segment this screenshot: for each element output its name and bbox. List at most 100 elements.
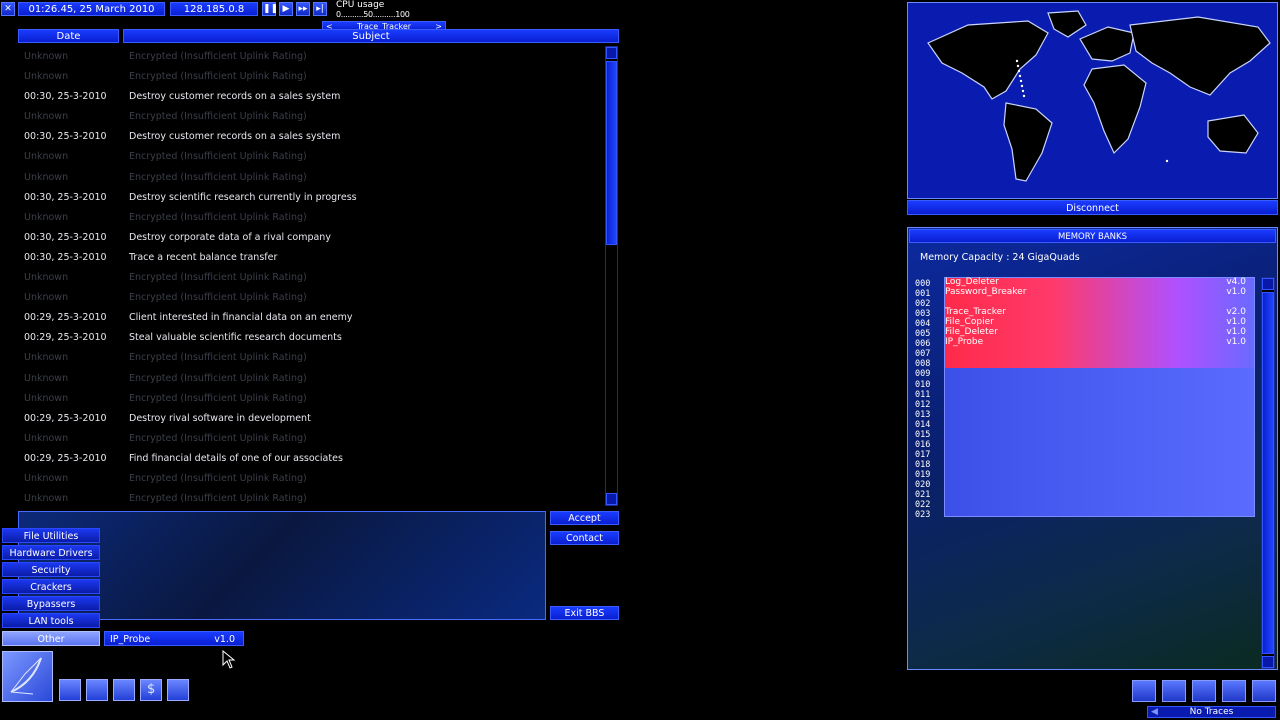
play-icon[interactable]: ▶: [279, 2, 293, 16]
message-date: 00:30, 25-3-2010: [24, 231, 107, 243]
memory-file-version: v1.0: [1226, 337, 1246, 348]
message-subject: Encrypted (Insufficient Uplink Rating): [129, 292, 307, 304]
menu-security[interactable]: Security: [2, 562, 100, 577]
memory-slot-index: 016: [915, 439, 931, 450]
memory-scroll-thumb[interactable]: [1262, 292, 1274, 654]
menu-hardware-drivers[interactable]: Hardware Drivers: [2, 545, 100, 560]
floppy-disk-icon[interactable]: [86, 679, 108, 701]
tool-icon-1[interactable]: [1132, 680, 1156, 702]
scroll-up-icon[interactable]: [606, 47, 617, 59]
column-header-subject[interactable]: Subject: [123, 29, 619, 43]
person-icon[interactable]: [113, 679, 135, 701]
message-row[interactable]: Unknown Encrypted (Insufficient Uplink Ra…: [18, 208, 602, 228]
message-row[interactable]: 00:30, 25-3-2010 Trace a recent balance t…: [18, 248, 602, 268]
column-header-date[interactable]: Date: [18, 29, 119, 43]
message-subject: Encrypted (Insufficient Uplink Rating): [129, 111, 307, 123]
trace-status: ◀ No Traces: [1147, 706, 1276, 718]
tool-icon-2[interactable]: [1162, 680, 1186, 702]
message-row[interactable]: Unknown Encrypted (Insufficient Uplink Ra…: [18, 288, 602, 308]
submenu-ip-probe[interactable]: IP_Probe v1.0: [104, 631, 244, 646]
message-row[interactable]: 00:29, 25-3-2010 Steal valuable scientifi…: [18, 328, 602, 348]
message-row[interactable]: Unknown Encrypted (Insufficient Uplink Ra…: [18, 469, 602, 489]
message-row[interactable]: Unknown Encrypted (Insufficient Uplink Ra…: [18, 168, 602, 188]
dollar-icon[interactable]: $: [140, 679, 162, 701]
memory-slot-index: 004: [915, 319, 931, 330]
message-date: 00:30, 25-3-2010: [24, 251, 107, 263]
message-row[interactable]: Unknown Encrypted (Insufficient Uplink Ra…: [18, 489, 602, 507]
message-row[interactable]: 00:30, 25-3-2010 Destroy corporate data o…: [18, 228, 602, 248]
disconnect-button[interactable]: Disconnect: [907, 200, 1278, 215]
message-row[interactable]: 00:30, 25-3-2010 Destroy customer records…: [18, 87, 602, 107]
message-scrollbar[interactable]: [605, 46, 618, 506]
message-row[interactable]: 00:29, 25-3-2010 Find financial details o…: [18, 449, 602, 469]
memory-file-version: v4.0: [1226, 277, 1246, 287]
message-subject: Client interested in financial data on a…: [129, 312, 353, 324]
message-row[interactable]: Unknown Encrypted (Insufficient Uplink Ra…: [18, 147, 602, 167]
menu-file-utilities[interactable]: File Utilities: [2, 528, 100, 543]
memory-file-version: v1.0: [1226, 287, 1246, 298]
message-row[interactable]: Unknown Encrypted (Insufficient Uplink Ra…: [18, 369, 602, 389]
menu-bypassers[interactable]: Bypassers: [2, 596, 100, 611]
memory-file-name[interactable]: IP_Probe: [945, 337, 983, 347]
message-subject: Encrypted (Insufficient Uplink Rating): [129, 211, 307, 223]
memory-slot-index: 007: [915, 349, 931, 360]
submenu-program-version: v1.0: [214, 634, 235, 645]
memory-slot-index: 003: [915, 309, 931, 320]
memory-scroll-up-icon[interactable]: [1262, 278, 1274, 290]
message-row[interactable]: 00:30, 25-3-2010 Destroy scientific resea…: [18, 188, 602, 208]
menu-crackers[interactable]: Crackers: [2, 579, 100, 594]
message-row[interactable]: Unknown Encrypted (Insufficient Uplink Ra…: [18, 67, 602, 87]
message-row[interactable]: 00:29, 25-3-2010 Destroy rival software i…: [18, 409, 602, 429]
scroll-down-icon[interactable]: [606, 493, 617, 505]
message-subject: Encrypted (Insufficient Uplink Rating): [129, 171, 307, 183]
accept-button[interactable]: Accept: [550, 511, 619, 525]
message-date: Unknown: [24, 171, 69, 183]
memory-slot-index: 005: [915, 329, 931, 340]
world-map[interactable]: [907, 2, 1278, 199]
memory-slot-index: 023: [915, 510, 931, 521]
memory-scrollbar[interactable]: [1261, 277, 1275, 669]
memory-slot-index: 022: [915, 500, 931, 511]
exit-bbs-button[interactable]: Exit BBS: [550, 606, 619, 620]
message-subject: Encrypted (Insufficient Uplink Rating): [129, 392, 307, 404]
contact-button[interactable]: Contact: [550, 531, 619, 545]
message-row[interactable]: Unknown Encrypted (Insufficient Uplink Ra…: [18, 429, 602, 449]
memory-scroll-down-icon[interactable]: [1262, 656, 1274, 668]
pause-icon[interactable]: ❚❚: [262, 2, 278, 16]
memory-file-name[interactable]: Password_Breaker: [945, 287, 1026, 297]
left-arrow-icon[interactable]: ◀: [1151, 707, 1158, 717]
message-row[interactable]: Unknown Encrypted (Insufficient Uplink Ra…: [18, 348, 602, 368]
close-icon[interactable]: ✕: [1, 2, 15, 16]
memory-file-name[interactable]: Log_Deleter: [945, 277, 999, 287]
memory-file-name[interactable]: File_Deleter: [945, 327, 998, 337]
message-row[interactable]: Unknown Encrypted (Insufficient Uplink Ra…: [18, 389, 602, 409]
message-date: Unknown: [24, 111, 69, 123]
message-row[interactable]: 00:29, 25-3-2010 Client interested in fin…: [18, 308, 602, 328]
tool-icon-4[interactable]: [1222, 680, 1246, 702]
tool-icon-5[interactable]: [1252, 680, 1276, 702]
message-row[interactable]: Unknown Encrypted (Insufficient Uplink Ra…: [18, 47, 602, 67]
message-row[interactable]: Unknown Encrypted (Insufficient Uplink Ra…: [18, 107, 602, 127]
message-subject: Destroy customer records on a sales syst…: [129, 91, 341, 103]
skip-icon[interactable]: ▸|: [313, 2, 327, 16]
message-row[interactable]: 00:30, 25-3-2010 Destroy customer records…: [18, 127, 602, 147]
tool-icon-3[interactable]: [1192, 680, 1216, 702]
memory-slot-index: 009: [915, 369, 931, 380]
menu-lan-tools[interactable]: LAN tools: [2, 613, 100, 628]
message-subject: Encrypted (Insufficient Uplink Rating): [129, 432, 307, 444]
memory-capacity: Memory Capacity : 24 GigaQuads: [920, 252, 1080, 263]
computer-icon[interactable]: [59, 679, 81, 701]
trace-status-text: No Traces: [1189, 707, 1234, 717]
satellite-dish-icon[interactable]: [2, 651, 53, 702]
mail-icon[interactable]: [167, 679, 189, 701]
menu-other[interactable]: Other: [2, 631, 100, 646]
message-subject: Trace a recent balance transfer: [129, 251, 278, 263]
fast-forward-icon[interactable]: ▸▸: [296, 2, 310, 16]
message-subject: Encrypted (Insufficient Uplink Rating): [129, 272, 307, 284]
message-row[interactable]: Unknown Encrypted (Insufficient Uplink Ra…: [18, 268, 602, 288]
submenu-program-name: IP_Probe: [110, 634, 151, 645]
scroll-thumb[interactable]: [606, 61, 617, 245]
memory-file-name[interactable]: Trace_Tracker: [945, 307, 1006, 317]
mouse-cursor-icon: [222, 650, 236, 669]
memory-file-name[interactable]: File_Copier: [945, 317, 994, 327]
